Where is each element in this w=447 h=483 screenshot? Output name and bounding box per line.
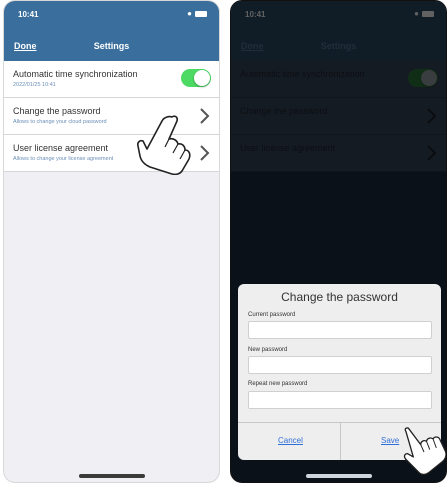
repeat-password-field[interactable]: [248, 391, 432, 409]
wifi-icon: ●: [187, 9, 193, 18]
status-icons: ●: [187, 9, 207, 18]
pointing-hand-icon: [403, 427, 446, 476]
battery-icon: [195, 10, 207, 17]
row-label: Change the password: [13, 106, 101, 116]
dialog-title: Change the password: [281, 290, 398, 304]
chevron-right-icon: [200, 108, 210, 124]
current-password-field[interactable]: [248, 321, 432, 339]
done-button[interactable]: Done: [14, 41, 37, 51]
new-password-field[interactable]: [248, 356, 432, 374]
new-password-label: New password: [248, 347, 288, 353]
cancel-button[interactable]: Cancel: [278, 436, 303, 445]
row-sublabel: Allows to change your license agreement: [13, 156, 114, 162]
current-password-label: Current password: [248, 312, 296, 318]
setting-row-time-sync[interactable]: Automatic time synchronization 2022/01/2…: [4, 61, 219, 98]
save-button[interactable]: Save: [381, 436, 399, 445]
settings-screen: 10:41 ● Settings Done Automatic time syn…: [3, 0, 220, 483]
home-indicator: [78, 474, 145, 478]
row-sublabel: 2022/01/25 10:41: [13, 82, 56, 88]
nav-bar: Settings Done: [4, 27, 219, 61]
settings-screen-with-dialog: 10:41 ● Settings Done Automatic time syn…: [230, 0, 447, 483]
status-time: 10:41: [18, 10, 39, 19]
button-divider: [339, 423, 341, 460]
home-indicator: [305, 474, 372, 478]
chevron-right-icon: [200, 145, 210, 161]
row-label: Automatic time synchronization: [13, 69, 138, 79]
repeat-password-label: Repeat new password: [248, 381, 308, 387]
row-label: User license agreement: [13, 143, 109, 153]
time-sync-toggle[interactable]: [181, 69, 211, 87]
toggle-knob: [194, 70, 210, 86]
pointing-hand-icon: [137, 115, 191, 175]
status-bar: 10:41 ●: [4, 1, 219, 27]
row-sublabel: Allows to change your cloud password: [13, 119, 107, 125]
